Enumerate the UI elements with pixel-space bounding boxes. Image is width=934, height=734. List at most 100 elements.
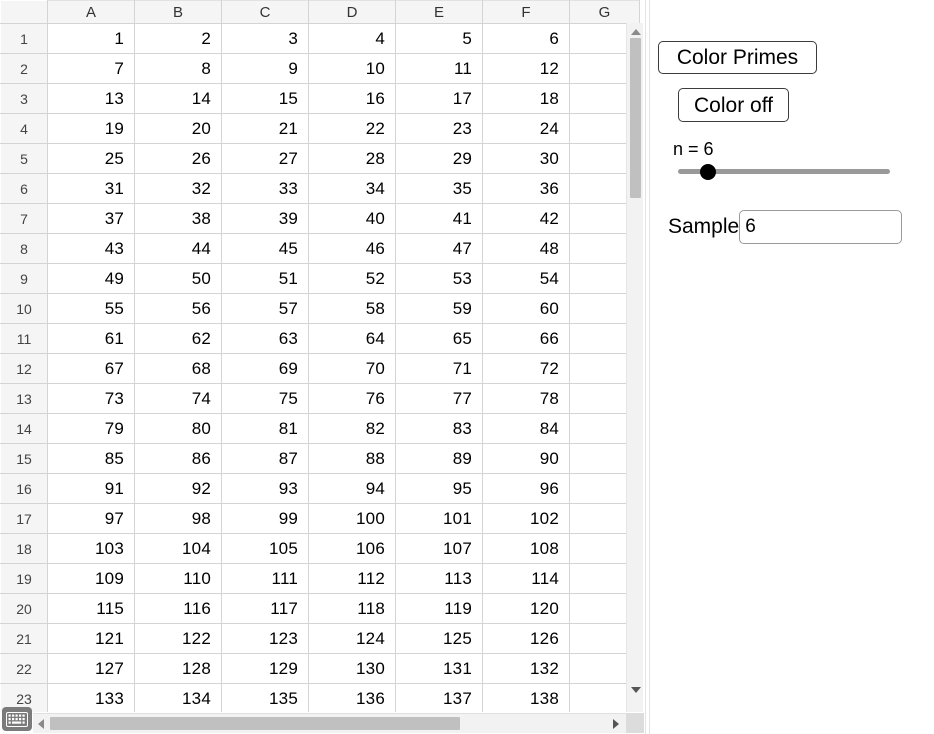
column-header-g[interactable]: G (569, 0, 640, 24)
cell-D11[interactable]: 64 (308, 323, 396, 354)
cell-A12[interactable]: 67 (47, 353, 135, 384)
cell-C15[interactable]: 87 (221, 443, 309, 474)
cell-E23[interactable]: 137 (395, 683, 483, 712)
cell-B5[interactable]: 26 (134, 143, 222, 174)
cell-E14[interactable]: 83 (395, 413, 483, 444)
row-header-12[interactable]: 12 (0, 353, 48, 384)
cell-D6[interactable]: 34 (308, 173, 396, 204)
cell-E15[interactable]: 89 (395, 443, 483, 474)
column-header-a[interactable]: A (47, 0, 135, 24)
cell-A1[interactable]: 1 (47, 23, 135, 54)
cell-F11[interactable]: 66 (482, 323, 570, 354)
cell-B4[interactable]: 20 (134, 113, 222, 144)
cell-C6[interactable]: 33 (221, 173, 309, 204)
cell-F14[interactable]: 84 (482, 413, 570, 444)
cell-C18[interactable]: 105 (221, 533, 309, 564)
row-header-17[interactable]: 17 (0, 503, 48, 534)
row-header-16[interactable]: 16 (0, 473, 48, 504)
cell-D22[interactable]: 130 (308, 653, 396, 684)
cell-F23[interactable]: 138 (482, 683, 570, 712)
row-header-15[interactable]: 15 (0, 443, 48, 474)
cell-E3[interactable]: 17 (395, 83, 483, 114)
cell-C12[interactable]: 69 (221, 353, 309, 384)
cell-C17[interactable]: 99 (221, 503, 309, 534)
cell-A9[interactable]: 49 (47, 263, 135, 294)
cell-E5[interactable]: 29 (395, 143, 483, 174)
cell-E16[interactable]: 95 (395, 473, 483, 504)
cell-E18[interactable]: 107 (395, 533, 483, 564)
cell-B23[interactable]: 134 (134, 683, 222, 712)
cell-E4[interactable]: 23 (395, 113, 483, 144)
cell-E13[interactable]: 77 (395, 383, 483, 414)
cell-A16[interactable]: 91 (47, 473, 135, 504)
cell-B12[interactable]: 68 (134, 353, 222, 384)
cell-B22[interactable]: 128 (134, 653, 222, 684)
row-header-22[interactable]: 22 (0, 653, 48, 684)
cell-F15[interactable]: 90 (482, 443, 570, 474)
cell-E20[interactable]: 119 (395, 593, 483, 624)
cell-B10[interactable]: 56 (134, 293, 222, 324)
row-header-11[interactable]: 11 (0, 323, 48, 354)
row-header-6[interactable]: 6 (0, 173, 48, 204)
cell-D19[interactable]: 112 (308, 563, 396, 594)
cell-F17[interactable]: 102 (482, 503, 570, 534)
cell-F19[interactable]: 114 (482, 563, 570, 594)
cell-A22[interactable]: 127 (47, 653, 135, 684)
cell-C13[interactable]: 75 (221, 383, 309, 414)
cell-E17[interactable]: 101 (395, 503, 483, 534)
column-header-e[interactable]: E (395, 0, 483, 24)
color-primes-button[interactable]: Color Primes (658, 41, 817, 74)
cell-C21[interactable]: 123 (221, 623, 309, 654)
cell-B20[interactable]: 116 (134, 593, 222, 624)
cell-C22[interactable]: 129 (221, 653, 309, 684)
cell-B6[interactable]: 32 (134, 173, 222, 204)
panel-divider[interactable] (645, 0, 650, 734)
cell-C14[interactable]: 81 (221, 413, 309, 444)
cell-C9[interactable]: 51 (221, 263, 309, 294)
cell-A5[interactable]: 25 (47, 143, 135, 174)
triangle-down-icon[interactable] (631, 687, 641, 693)
cell-F8[interactable]: 48 (482, 233, 570, 264)
row-header-20[interactable]: 20 (0, 593, 48, 624)
cell-B8[interactable]: 44 (134, 233, 222, 264)
cell-C1[interactable]: 3 (221, 23, 309, 54)
cell-E8[interactable]: 47 (395, 233, 483, 264)
cell-B17[interactable]: 98 (134, 503, 222, 534)
cell-A4[interactable]: 19 (47, 113, 135, 144)
row-header-18[interactable]: 18 (0, 533, 48, 564)
cell-B18[interactable]: 104 (134, 533, 222, 564)
row-header-14[interactable]: 14 (0, 413, 48, 444)
cell-F1[interactable]: 6 (482, 23, 570, 54)
cell-E10[interactable]: 59 (395, 293, 483, 324)
cell-A10[interactable]: 55 (47, 293, 135, 324)
cell-F22[interactable]: 132 (482, 653, 570, 684)
cell-B15[interactable]: 86 (134, 443, 222, 474)
vertical-scrollbar-thumb[interactable] (630, 38, 641, 198)
cell-B13[interactable]: 74 (134, 383, 222, 414)
cell-F10[interactable]: 60 (482, 293, 570, 324)
cell-F6[interactable]: 36 (482, 173, 570, 204)
cell-E12[interactable]: 71 (395, 353, 483, 384)
cell-A6[interactable]: 31 (47, 173, 135, 204)
triangle-left-icon[interactable] (38, 719, 44, 729)
cell-E21[interactable]: 125 (395, 623, 483, 654)
triangle-up-icon[interactable] (631, 29, 641, 35)
cell-F7[interactable]: 42 (482, 203, 570, 234)
cell-A21[interactable]: 121 (47, 623, 135, 654)
sample-input[interactable] (739, 210, 903, 244)
row-header-9[interactable]: 9 (0, 263, 48, 294)
cell-A13[interactable]: 73 (47, 383, 135, 414)
row-header-13[interactable]: 13 (0, 383, 48, 414)
cell-D3[interactable]: 16 (308, 83, 396, 114)
cell-F18[interactable]: 108 (482, 533, 570, 564)
cell-D1[interactable]: 4 (308, 23, 396, 54)
cell-A2[interactable]: 7 (47, 53, 135, 84)
cell-A3[interactable]: 13 (47, 83, 135, 114)
cell-F9[interactable]: 54 (482, 263, 570, 294)
column-header-c[interactable]: C (221, 0, 309, 24)
cell-C20[interactable]: 117 (221, 593, 309, 624)
row-header-7[interactable]: 7 (0, 203, 48, 234)
horizontal-scrollbar-thumb[interactable] (50, 717, 460, 730)
cell-A7[interactable]: 37 (47, 203, 135, 234)
spreadsheet-grid-viewport[interactable]: A B C D E F G 1 1 2 3 4 5 6 2 7 8 9 10 11 12 3 13 14 15 16… (0, 0, 645, 712)
